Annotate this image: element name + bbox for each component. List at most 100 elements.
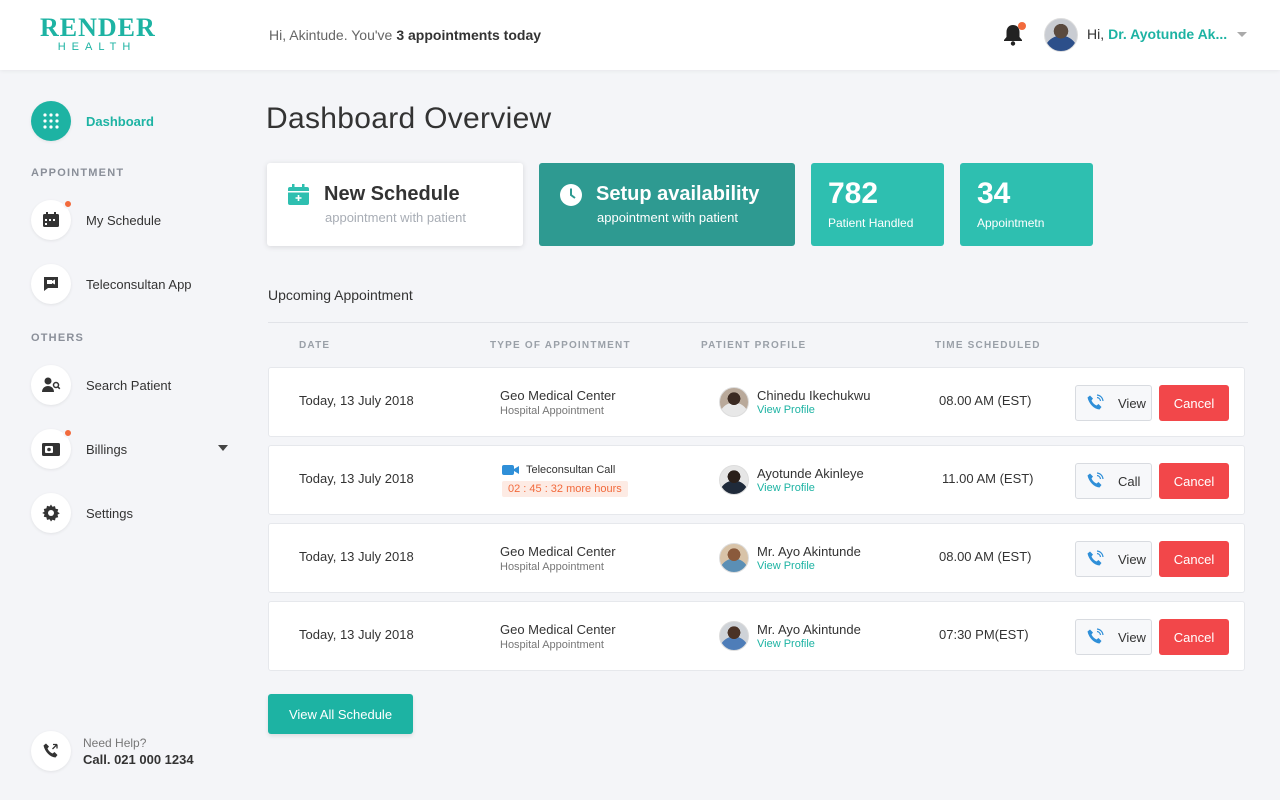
calendar-add-icon xyxy=(287,183,311,212)
patient-handled-label: Patient Handled xyxy=(828,216,914,230)
patient-avatar xyxy=(719,465,749,495)
section-appointment: APPOINTMENT xyxy=(31,167,125,179)
column-header-time: TIME SCHEDULED xyxy=(935,340,1041,351)
phone-icon xyxy=(31,731,71,771)
section-title-upcoming: Upcoming Appointment xyxy=(268,287,413,303)
view-button[interactable]: View xyxy=(1075,385,1152,421)
help-contact[interactable]: Need Help? Call. 021 000 1234 xyxy=(31,731,194,771)
sidebar-label-dashboard: Dashboard xyxy=(86,113,154,129)
setup-availability-card[interactable]: Setup availability appointment with pati… xyxy=(539,163,795,246)
page-title: Dashboard Overview xyxy=(266,102,552,135)
view-profile-link[interactable]: View Profile xyxy=(757,404,870,416)
patient-profile: Mr. Ayo Akintunde View Profile xyxy=(719,621,861,651)
phone-icon xyxy=(1087,628,1104,644)
sidebar-item-teleconsultan[interactable]: Teleconsultan App xyxy=(31,264,192,304)
appointment-time: 08.00 AM (EST) xyxy=(939,393,1032,408)
view-button[interactable]: View xyxy=(1075,541,1152,577)
help-phone: Call. 021 000 1234 xyxy=(83,751,194,767)
column-header-date: DATE xyxy=(299,340,331,351)
call-button-label: Call xyxy=(1118,473,1141,489)
sidebar-item-search-patient[interactable]: Search Patient xyxy=(31,365,171,405)
setup-availability-subtitle: appointment with patient xyxy=(597,210,738,225)
appointments-value: 34 xyxy=(977,177,1011,210)
section-others: OTHERS xyxy=(31,332,85,344)
sidebar-item-billings[interactable]: Billings xyxy=(31,428,128,469)
sidebar-label-teleconsultan: Teleconsultan App xyxy=(86,276,192,292)
greeting: Hi, Akintude. You've 3 appointments today xyxy=(269,27,541,43)
user-hi: Hi, xyxy=(1087,26,1105,42)
appointment-type: Geo Medical Center Hospital Appointment xyxy=(500,544,616,573)
view-all-schedule-button[interactable]: View All Schedule xyxy=(268,694,413,734)
call-button[interactable]: Call xyxy=(1075,463,1152,499)
new-schedule-subtitle: appointment with patient xyxy=(325,210,466,225)
cancel-button[interactable]: Cancel xyxy=(1159,385,1229,421)
appointment-kind: Teleconsultan Call xyxy=(526,464,616,476)
wallet-icon xyxy=(31,428,73,469)
appointment-location: Geo Medical Center xyxy=(500,388,616,403)
view-profile-link[interactable]: View Profile xyxy=(757,638,861,650)
video-chat-icon xyxy=(31,264,71,304)
logo-sub-text: HEALTH xyxy=(57,41,137,53)
sidebar-item-settings[interactable]: Settings xyxy=(31,493,133,533)
sidebar-item-dashboard[interactable]: Dashboard xyxy=(31,101,154,141)
grid-icon xyxy=(31,101,71,141)
sidebar-label-search-patient: Search Patient xyxy=(86,377,172,393)
patient-avatar xyxy=(719,543,749,573)
view-button-label: View xyxy=(1118,551,1146,567)
appointments-label: Appointmetn xyxy=(977,216,1045,230)
phone-icon xyxy=(1087,472,1104,488)
patient-name: Ayotunde Akinleye xyxy=(757,466,864,481)
logo-main-text: RENDER xyxy=(40,13,156,42)
countdown-badge: 02 : 45 : 32 more hours xyxy=(502,481,628,497)
appointment-time: 07:30 PM(EST) xyxy=(939,627,1029,642)
appointment-date: Today, 13 July 2018 xyxy=(299,393,414,408)
patient-handled-card: 782 Patient Handled xyxy=(811,163,944,246)
chevron-down-icon[interactable] xyxy=(218,445,228,451)
sidebar-label-settings: Settings xyxy=(86,505,133,521)
patient-profile: Ayotunde Akinleye View Profile xyxy=(719,465,864,495)
appointment-location: Geo Medical Center xyxy=(500,622,616,637)
new-schedule-card[interactable]: New Schedule appointment with patient xyxy=(267,163,523,246)
appointment-time: 08.00 AM (EST) xyxy=(939,549,1032,564)
search-user-icon xyxy=(31,365,71,405)
appointment-kind: Hospital Appointment xyxy=(500,639,604,651)
patient-avatar xyxy=(719,387,749,417)
patient-name: Mr. Ayo Akintunde xyxy=(757,622,861,637)
notification-dot xyxy=(63,199,73,209)
sidebar-label-my-schedule: My Schedule xyxy=(86,212,162,228)
view-button[interactable]: View xyxy=(1075,619,1152,655)
user-greeting[interactable]: Hi, Dr. Ayotunde Ak... xyxy=(1087,26,1227,42)
notification-dot xyxy=(63,428,73,438)
top-header: RENDER HEALTH Hi, Akintude. You've 3 appo… xyxy=(0,0,1280,70)
appointment-kind: Hospital Appointment xyxy=(500,405,604,417)
view-profile-link[interactable]: View Profile xyxy=(757,560,861,572)
sidebar-label-billings: Billings xyxy=(86,441,128,457)
appointment-location: Geo Medical Center xyxy=(500,544,616,559)
view-profile-link[interactable]: View Profile xyxy=(757,482,864,494)
patient-profile: Chinedu Ikechukwu View Profile xyxy=(719,387,870,417)
new-schedule-title: New Schedule xyxy=(324,183,460,205)
divider xyxy=(268,322,1248,323)
view-button-label: View xyxy=(1118,395,1146,411)
cancel-button[interactable]: Cancel xyxy=(1159,619,1229,655)
logo[interactable]: RENDER HEALTH xyxy=(40,13,156,54)
cancel-button[interactable]: Cancel xyxy=(1159,541,1229,577)
appointment-type: Geo Medical Center Hospital Appointment xyxy=(500,388,616,417)
gear-icon xyxy=(31,493,71,533)
clock-icon xyxy=(559,183,583,212)
appointment-date: Today, 13 July 2018 xyxy=(299,471,414,486)
caret-down-icon[interactable] xyxy=(1237,32,1247,37)
cancel-button[interactable]: Cancel xyxy=(1159,463,1229,499)
help-label: Need Help? xyxy=(83,735,147,750)
appointment-type: Geo Medical Center Hospital Appointment xyxy=(500,622,616,651)
appointments-card: 34 Appointmetn xyxy=(960,163,1093,246)
notification-dot xyxy=(1018,22,1026,30)
phone-icon xyxy=(1087,550,1104,566)
calendar-icon xyxy=(31,199,73,240)
appointment-kind: Hospital Appointment xyxy=(500,561,604,573)
patient-profile: Mr. Ayo Akintunde View Profile xyxy=(719,543,861,573)
user-avatar[interactable] xyxy=(1044,18,1078,52)
sidebar-item-my-schedule[interactable]: My Schedule xyxy=(31,199,162,240)
appointment-row: Today, 13 July 2018 Geo Medical Center H… xyxy=(268,367,1245,437)
view-button-label: View xyxy=(1118,629,1146,645)
